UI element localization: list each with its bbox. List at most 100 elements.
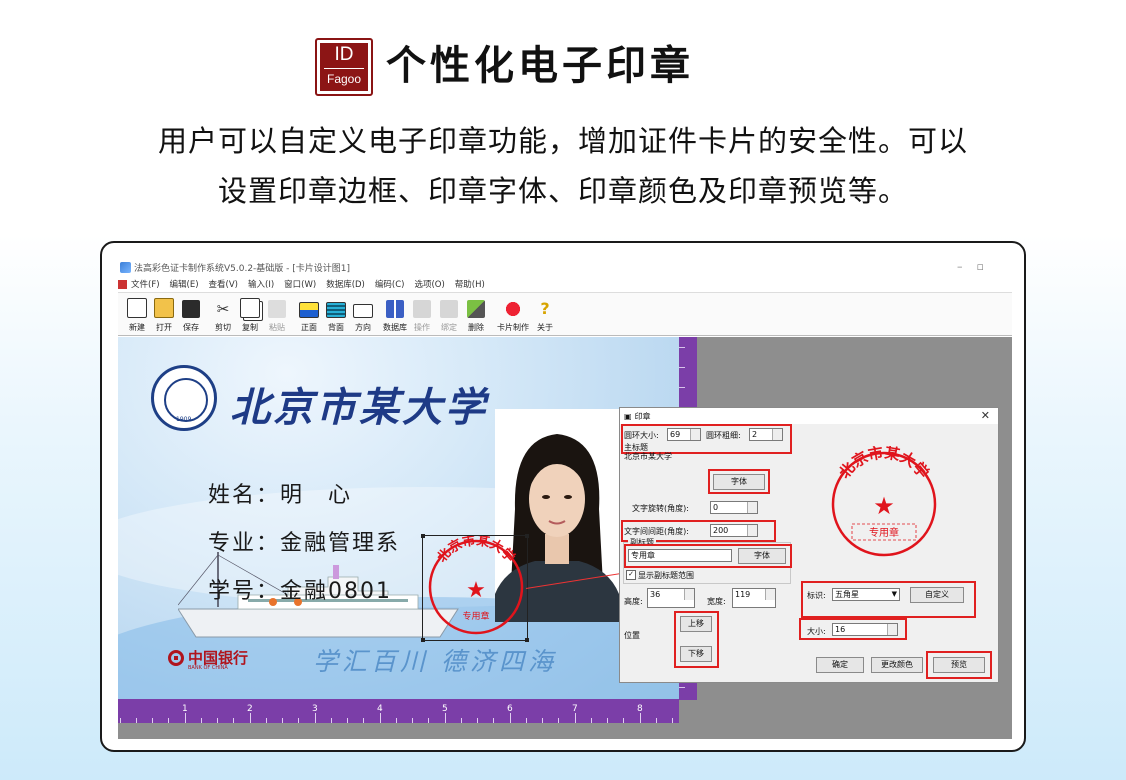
position-label: 位置 [624, 631, 640, 640]
card-front-icon [299, 302, 319, 318]
restore-icon[interactable]: ▫ [977, 260, 998, 273]
name-value: 明 心 [280, 483, 353, 508]
app-icon [120, 261, 131, 273]
subtitle-line-2: 设置印章边框、印章字体、印章颜色及印章预览等。 [217, 174, 908, 208]
toolbar-about-button[interactable]: ? 关于 [532, 295, 558, 335]
rotation-label: 文字旋转(角度): [632, 504, 689, 513]
id-field: 学号：金融0801 [208, 573, 392, 605]
preview-seal-sub-text: 专用章 [869, 526, 899, 539]
toolbar-copy-button[interactable]: 复制 [237, 295, 263, 335]
emblem-year: 1909 [176, 416, 192, 423]
ruler-mark: 2 [247, 704, 253, 714]
id-card: 1909 北京市某大学 姓名：明 心 专业：金融管理系 学号：金融0801 中国… [118, 337, 679, 699]
height-label: 高度: [624, 597, 643, 606]
bind-icon [440, 300, 458, 318]
fagoo-logo: ID Fagoo [315, 38, 373, 96]
menu-options[interactable]: 选项(O) [414, 278, 444, 290]
highlight-font [708, 469, 770, 494]
ruler-mark: 8 [637, 704, 643, 714]
toolbar-direction-button[interactable]: 方向 [350, 295, 376, 335]
menu-help[interactable]: 帮助(H) [455, 278, 485, 290]
svg-text:北京市某大学: 北京市某大学 [835, 446, 932, 482]
screenshot-frame: 法高彩色证卡制作系统V5.0.2-基础版 - [卡片设计图1] –▫ 文件(F)… [100, 241, 1026, 752]
toolbar-bind-button[interactable]: 绑定 [436, 295, 462, 335]
university-name: 北京市某大学 [230, 384, 488, 431]
direction-icon [353, 304, 373, 318]
height-stepper[interactable]: 36 [647, 588, 695, 608]
name-field: 姓名：明 心 [208, 477, 352, 509]
preview-star-icon: ★ [873, 492, 895, 520]
card-make-icon [504, 300, 522, 318]
toolbar: 新建 打开 保存 ✂ 剪切 复制 粘贴 正面 背面 方向 数据库 操作 绑定 删除… [118, 292, 1012, 336]
menu-view[interactable]: 查看(V) [209, 278, 238, 290]
menu-database[interactable]: 数据库(D) [326, 278, 365, 290]
menu-icon [118, 279, 127, 289]
highlight-position [674, 611, 719, 668]
name-label: 姓名： [208, 483, 281, 508]
seal-selection-box[interactable] [421, 534, 529, 642]
logo-bottom-text: Fagoo [324, 68, 364, 86]
main-title-input[interactable]: 北京市某大学 [622, 451, 788, 464]
seal-preview: 北京市某大学 ★ 专用章 [831, 446, 937, 557]
toolbar-database-button[interactable]: 数据库 [382, 295, 408, 335]
new-file-icon [127, 298, 147, 318]
show-subtitle-label: 显示副标题范围 [638, 571, 694, 580]
card-back-icon [326, 302, 346, 318]
highlight-mark [801, 581, 976, 618]
open-folder-icon [154, 298, 174, 318]
horizontal-ruler: 1 2 3 4 5 6 7 8 [118, 699, 679, 723]
highlight-preview [926, 651, 992, 679]
toolbar-front-button[interactable]: 正面 [296, 295, 322, 335]
width-stepper[interactable]: 119 [732, 588, 776, 608]
operation-icon [413, 300, 431, 318]
toolbar-back-button[interactable]: 背面 [323, 295, 349, 335]
dialog-icon: ▣ [624, 411, 632, 421]
ruler-mark: 6 [507, 704, 513, 714]
id-value: 金融0801 [280, 579, 393, 604]
toolbar-delete-button[interactable]: 删除 [463, 295, 489, 335]
page-title: 个性化电子印章 [386, 43, 694, 89]
menu-window[interactable]: 窗口(W) [284, 278, 316, 290]
toolbar-card-make-button[interactable]: 卡片制作 [495, 295, 531, 335]
toolbar-open-button[interactable]: 打开 [151, 295, 177, 335]
ruler-mark: 4 [377, 704, 383, 714]
close-icon[interactable]: ✕ [981, 409, 990, 422]
id-label: 学号： [208, 579, 281, 604]
toolbar-save-button[interactable]: 保存 [178, 295, 204, 335]
about-icon: ? [540, 299, 550, 318]
design-workspace: 1909 北京市某大学 姓名：明 心 专业：金融管理系 学号：金融0801 中国… [118, 337, 1012, 739]
show-subtitle-checkbox[interactable]: ✓ [626, 570, 636, 580]
ruler-mark: 3 [312, 704, 318, 714]
rotation-stepper[interactable]: 0 [710, 501, 758, 514]
highlight-size [799, 618, 907, 640]
ruler-mark: 7 [572, 704, 578, 714]
seal-dialog: ▣ 印章 ✕ 圆环大小: 69 圆环粗细: 2 主标题 北京市某大学 字体 文字… [619, 407, 999, 683]
menu-edit[interactable]: 编辑(E) [170, 278, 199, 290]
paste-icon [268, 300, 286, 318]
toolbar-operation-button[interactable]: 操作 [409, 295, 435, 335]
menu-file[interactable]: 文件(F) [131, 278, 160, 290]
title-bar: 法高彩色证卡制作系统V5.0.2-基础版 - [卡片设计图1] –▫ [118, 257, 1012, 277]
university-emblem: 1909 [151, 365, 217, 431]
toolbar-cut-button[interactable]: ✂ 剪切 [210, 295, 236, 335]
ruler-mark: 1 [182, 704, 188, 714]
delete-icon [467, 300, 485, 318]
bank-of-china-icon [168, 649, 184, 666]
highlight-subtitle [624, 544, 792, 568]
copy-icon [240, 298, 260, 318]
toolbar-paste-button[interactable]: 粘贴 [264, 295, 290, 335]
change-color-button[interactable]: 更改颜色 [871, 657, 923, 673]
toolbar-new-button[interactable]: 新建 [124, 295, 150, 335]
dialog-title-bar: ▣ 印章 ✕ [620, 408, 998, 424]
app-window: 法高彩色证卡制作系统V5.0.2-基础版 - [卡片设计图1] –▫ 文件(F)… [118, 257, 1012, 739]
width-label: 宽度: [707, 597, 726, 606]
minimize-icon[interactable]: – [957, 260, 977, 273]
menu-input[interactable]: 输入(I) [248, 278, 274, 290]
menu-bar: 文件(F) 编辑(E) 查看(V) 输入(I) 窗口(W) 数据库(D) 编码(… [118, 277, 1012, 291]
window-controls[interactable]: –▫ [957, 260, 998, 273]
ok-button[interactable]: 确定 [816, 657, 864, 673]
subtitle-line-1: 用户可以自定义电子印章功能，增加证件卡片的安全性。可以 [157, 124, 968, 158]
database-icon [386, 300, 404, 318]
ruler-mark: 5 [442, 704, 448, 714]
menu-encode[interactable]: 编码(C) [375, 278, 405, 290]
